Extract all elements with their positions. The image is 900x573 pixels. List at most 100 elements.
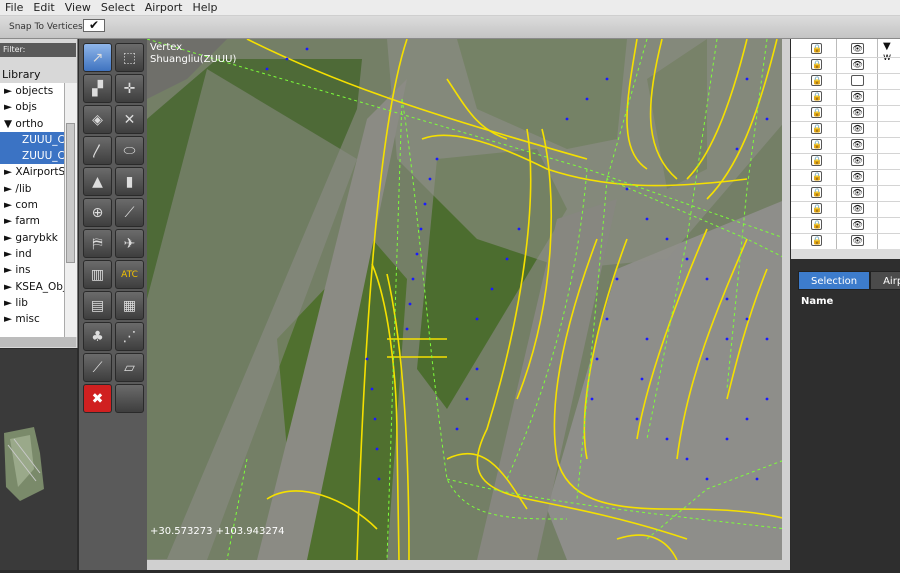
forest-tool-icon[interactable]: ♣ (83, 322, 112, 351)
atc-tool-icon[interactable]: ATC (115, 260, 144, 289)
lock-icon[interactable]: 🔒 (811, 59, 822, 70)
library-scrollbar[interactable] (64, 83, 77, 337)
lock-icon[interactable]: 🔒 (811, 43, 822, 54)
map-view[interactable]: Vertex Shuangliu(ZUUU) +30.573273 +103.9… (147, 39, 787, 560)
beacon-tool-icon[interactable]: ✈ (115, 229, 144, 258)
layer-row[interactable]: 🔒 👁 (791, 201, 900, 218)
eye-icon[interactable]: 👁 (851, 203, 864, 214)
layer-hscrollbar[interactable] (791, 249, 900, 259)
library-item[interactable]: ► XAirportS (0, 164, 64, 180)
eye-icon[interactable]: 👁 (851, 171, 864, 182)
library-item[interactable]: ► ins (0, 262, 64, 278)
tab-selection[interactable]: Selection (798, 271, 871, 290)
library-item[interactable]: ► objects (0, 83, 64, 99)
facade-tool-icon[interactable]: ▥ (83, 260, 112, 289)
lock-icon[interactable]: 🔒 (811, 235, 822, 246)
library-hscrollbar[interactable] (0, 337, 76, 347)
menu-airport[interactable]: Airport (140, 1, 188, 14)
tower-tool-icon[interactable]: ⊕ (83, 198, 112, 227)
lock-icon[interactable]: 🔒 (811, 75, 822, 86)
light-tool-icon[interactable]: ▲ (83, 167, 112, 196)
runway-tool-icon[interactable]: ▞ (83, 74, 112, 103)
library-item[interactable]: ► KSEA_Obj (0, 279, 64, 295)
library-item[interactable]: ► /lib (0, 181, 64, 197)
library-item[interactable]: ZUUU_C (0, 131, 64, 149)
menu-help[interactable]: Help (187, 1, 222, 14)
menu-file[interactable]: File (0, 1, 28, 14)
string-tool-icon[interactable]: ▦ (115, 291, 144, 320)
layer-row[interactable]: 🔒 👁 (791, 89, 900, 106)
layer-row[interactable]: 🔒 👁 (791, 169, 900, 186)
library-item[interactable]: ► farm (0, 213, 64, 229)
library-item[interactable]: ► ind (0, 246, 64, 262)
eye-icon[interactable]: 👁 (851, 91, 864, 102)
layer-row[interactable]: 🔒 👁 (791, 41, 900, 58)
windsock-tool-icon[interactable]: ⟋ (115, 198, 144, 227)
layer-row[interactable]: 🔒 👁 (791, 217, 900, 234)
lock-icon[interactable]: 🔒 (811, 139, 822, 150)
tab-airport[interactable]: Airp (870, 271, 900, 290)
draped-tool-icon[interactable]: ▱ (115, 353, 144, 382)
layer-row[interactable]: 🔒 👁 (791, 233, 900, 250)
menu-edit[interactable]: Edit (28, 1, 59, 14)
sign-tool-icon[interactable]: ▮ (115, 167, 144, 196)
library-item[interactable]: ▼ ortho (0, 116, 64, 132)
eye-icon[interactable] (851, 75, 864, 86)
line-tool-icon[interactable]: ⋰ (115, 322, 144, 351)
lock-icon[interactable]: 🔒 (811, 107, 822, 118)
map-vertical-scrollbar[interactable] (782, 39, 790, 560)
menu-view[interactable]: View (60, 1, 96, 14)
boundary-tool-icon[interactable]: ⬭ (115, 136, 144, 165)
snap-to-vertices-checkbox[interactable]: ✔ (83, 19, 105, 32)
lock-icon[interactable]: 🔒 (811, 171, 822, 182)
blank-tool-icon[interactable] (115, 384, 144, 413)
layer-row[interactable]: 🔒 👁 (791, 137, 900, 154)
layer-row[interactable]: 🔒 👁 (791, 121, 900, 138)
layer-row[interactable]: 🔒 👁 (791, 57, 900, 74)
current-tool-label: Vertex (150, 42, 183, 53)
exclusion-tool-icon[interactable]: ✖ (83, 384, 112, 413)
library-item[interactable]: ► garybkk (0, 230, 64, 246)
library-item[interactable]: ZUUU_C (0, 148, 64, 165)
library-header: Library (2, 68, 41, 81)
eye-icon[interactable]: 👁 (851, 123, 864, 134)
lock-icon[interactable]: 🔒 (811, 219, 822, 230)
layer-row[interactable]: 🔒 (791, 73, 900, 90)
layer-row[interactable]: 🔒 👁 (791, 105, 900, 122)
eye-icon[interactable]: 👁 (851, 155, 864, 166)
lock-icon[interactable]: 🔒 (811, 123, 822, 134)
lock-icon[interactable]: 🔒 (811, 187, 822, 198)
taxiway-tool-icon[interactable]: ✕ (115, 105, 144, 134)
object-tool-icon[interactable]: ▤ (83, 291, 112, 320)
marquee-tool-icon[interactable]: ⬚ (115, 43, 144, 72)
eye-icon[interactable]: 👁 (851, 235, 864, 246)
polygon-tool-icon[interactable]: ⟋ (83, 353, 112, 382)
filter-field[interactable]: Filter: (0, 43, 76, 57)
lock-icon[interactable]: 🔒 (811, 155, 822, 166)
eye-icon[interactable]: 👁 (851, 187, 864, 198)
taxiroute-tool-icon[interactable]: 〳 (83, 136, 112, 165)
map-horizontal-scrollbar[interactable] (147, 560, 790, 570)
helipad-tool-icon[interactable]: ✛ (115, 74, 144, 103)
eye-icon[interactable]: 👁 (851, 139, 864, 150)
sealane-tool-icon[interactable]: ◈ (83, 105, 112, 134)
eye-icon[interactable]: 👁 (851, 107, 864, 118)
layer-row[interactable]: 🔒 👁 (791, 185, 900, 202)
menu-bar: File Edit View Select Airport Help (0, 0, 900, 16)
library-item[interactable]: ► objs (0, 99, 64, 115)
eye-icon[interactable]: 👁 (851, 43, 864, 54)
menu-select[interactable]: Select (96, 1, 140, 14)
library-item[interactable]: ► com (0, 197, 64, 213)
lock-icon[interactable]: 🔒 (811, 91, 822, 102)
startup-tool-icon[interactable]: ⛿ (83, 229, 112, 258)
layer-row[interactable]: 🔒 👁 (791, 153, 900, 170)
satellite-map[interactable] (147, 39, 787, 560)
library-item[interactable]: ► lib (0, 295, 64, 311)
eye-icon[interactable]: 👁 (851, 219, 864, 230)
library-item[interactable]: ► misc (0, 311, 64, 327)
library-panel: Filter: Library ► objects ► objs ▼ ortho ZU… (0, 39, 78, 348)
vertex-tool-icon[interactable]: ↗ (83, 43, 112, 72)
library-scroll-thumb[interactable] (66, 123, 75, 263)
lock-icon[interactable]: 🔒 (811, 203, 822, 214)
eye-icon[interactable]: 👁 (851, 59, 864, 70)
